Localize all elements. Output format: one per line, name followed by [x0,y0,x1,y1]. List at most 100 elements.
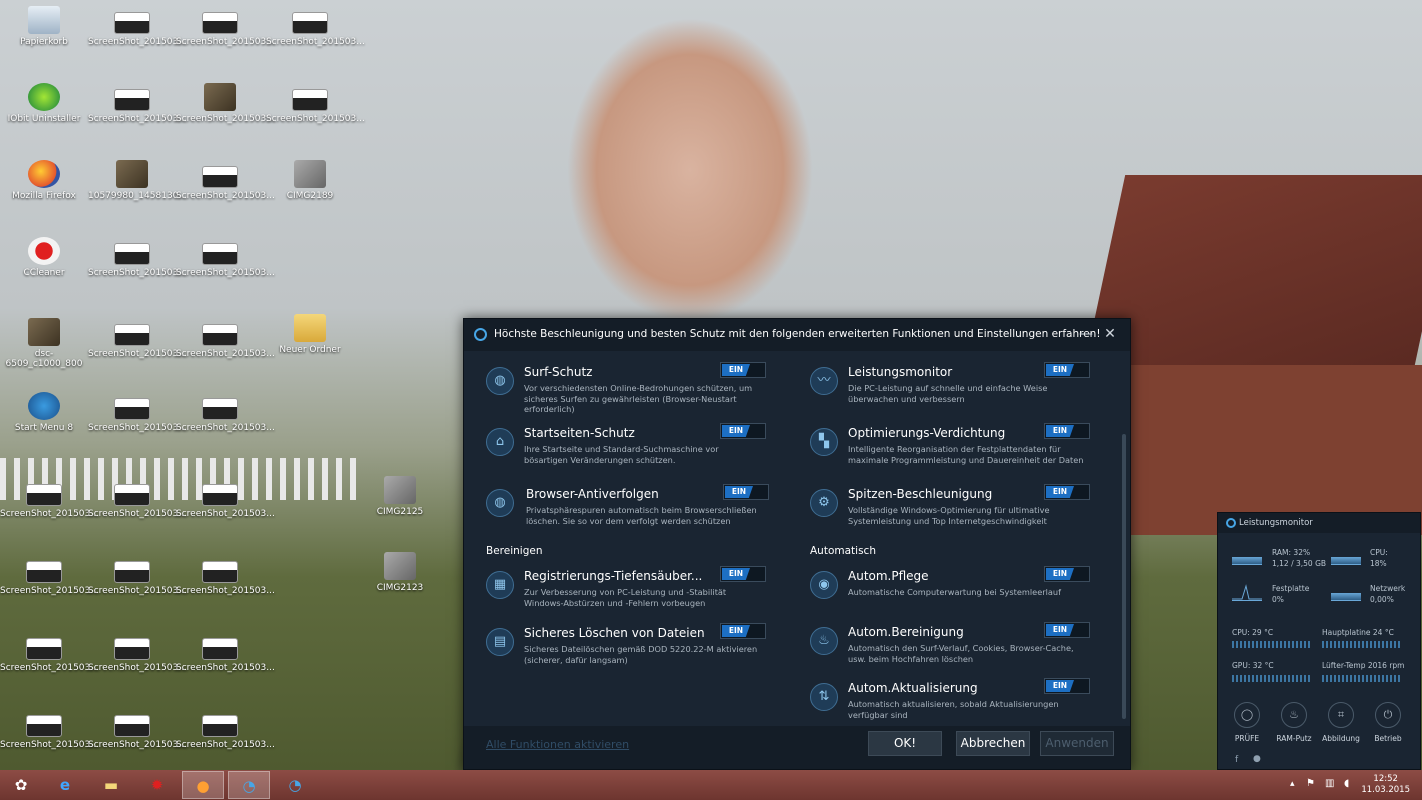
dialog-footer: Alle Funktionen aktivieren OK! Abbrechen… [464,726,1130,769]
desktop-icon-screenshot[interactable]: ScreenShot_201503... [266,83,365,124]
toggle-anti-tracking[interactable]: EIN [723,484,769,500]
advanced-features-dialog: Höchste Beschleunigung und besten Schutz… [463,318,1131,770]
board-temp: Hauptplatine 24 °C [1322,628,1394,637]
tray-chevron-icon[interactable]: ▴ [1290,779,1295,789]
taskbar-ie[interactable]: e [44,771,86,799]
section-clean: Bereinigen [486,545,543,557]
info-icon[interactable]: ● [1253,754,1261,764]
taskbar-explorer[interactable]: ▬ [90,771,132,799]
feature-name: Autom.Pflege [848,569,929,583]
desktop-icon-photo[interactable]: dsc-6509_c1000_800 [0,318,88,369]
desktop-icon-screenshot[interactable]: ScreenShot_201503... [176,478,275,519]
desktop-icon-recycle-bin[interactable]: Papierkorb [0,6,88,47]
screenshot-file-icon [202,166,238,188]
volume-icon[interactable]: ◖ [1344,778,1349,789]
desktop-icon-screenshot[interactable]: ScreenShot_201503... [88,318,187,359]
desktop-icon-screenshot[interactable]: ScreenShot_201503... [176,83,275,124]
image-file-icon [384,476,416,504]
desktop-icon-screenshot[interactable]: ScreenShot_201503... [88,6,187,47]
desktop-icon-screenshot[interactable]: ScreenShot_201503... [176,392,275,433]
screenshot-file-icon [114,638,150,660]
toggle-turbo-boost[interactable]: EIN [1044,484,1090,500]
taskbar-advanced-systemcare-2[interactable]: ◔ [274,771,316,799]
flag-icon[interactable]: ⚑ [1306,778,1315,789]
toggle-defrag[interactable]: EIN [1044,423,1090,439]
screenshot-file-icon [26,561,62,583]
broom-icon: ♨ [810,627,838,655]
desktop-icon-screenshot[interactable]: ScreenShot_201503... [176,555,275,596]
apply-button[interactable]: Anwenden [1040,731,1114,756]
desktop-icon-screenshot[interactable]: ScreenShot_201503... [176,6,275,47]
check-button[interactable]: ◯ PRÜFE [1224,702,1270,743]
desktop-icon-screenshot[interactable]: ScreenShot_201503... [0,709,99,750]
desktop-icon-screenshot[interactable]: ScreenShot_201503... [88,632,187,673]
desktop-icon-screenshot[interactable]: ScreenShot_201503... [176,160,275,201]
desktop-icon-cimg2189[interactable]: CIMG2189 [266,160,354,201]
desktop-icon-screenshot[interactable]: ScreenShot_201503... [0,632,99,673]
desktop-icon-screenshot[interactable]: ScreenShot_201503... [88,237,187,278]
toggle-performance-monitor[interactable]: EIN [1044,362,1090,378]
toggle-auto-update[interactable]: EIN [1044,678,1090,694]
clock-time: 12:52 [1373,774,1398,784]
clock[interactable]: 12:52 11.03.2015 [1361,774,1410,796]
screenshot-file-icon [26,638,62,660]
feature-auto-care: ◉ Autom.Pflege Automatische Computerwart… [810,566,1110,609]
toggle-homepage-protection[interactable]: EIN [720,423,766,439]
flower-start-icon: ✿ [14,776,28,794]
desktop-icon-screenshot[interactable]: ScreenShot_201503... [176,632,275,673]
desktop-icon-screenshot[interactable]: ScreenShot_201503... [88,555,187,596]
desktop-icon-ccleaner[interactable]: CCleaner [0,237,88,278]
taskbar-advanced-systemcare[interactable]: ◔ [228,771,270,799]
toggle-auto-clean[interactable]: EIN [1044,622,1090,638]
desktop-icon-cimg2125[interactable]: CIMG2125 [356,476,444,517]
enable-all-link[interactable]: Alle Funktionen aktivieren [486,738,629,751]
wallpaper-roof [1084,175,1422,365]
desktop-icon-screenshot[interactable]: ScreenShot_201503... [88,478,187,519]
toggle-registry-clean[interactable]: EIN [720,566,766,582]
minimize-button[interactable]: — [1076,325,1096,343]
feature-desc: Vollständige Windows-Optimierung für ult… [848,505,1050,526]
screenshot-button[interactable]: ⌗ Abbildung [1318,702,1364,743]
cancel-button[interactable]: Abbrechen [956,731,1030,756]
facebook-icon[interactable]: f [1235,755,1238,765]
feature-name: Autom.Aktualisierung [848,681,978,695]
power-icon: ⏻ [1375,702,1401,728]
ok-button[interactable]: OK! [868,731,942,756]
image-file-icon [28,318,60,346]
toggle-auto-care[interactable]: EIN [1044,566,1090,582]
ram-clean-button[interactable]: ♨ RAM-Putz [1271,702,1317,743]
desktop-icon-iobit-uninstaller[interactable]: IObit Uninstaller [0,83,88,124]
taskbar-app[interactable]: ✹ [136,771,178,799]
mode-button[interactable]: ⏻ Betrieb [1365,702,1411,743]
desktop-icon-screenshot[interactable]: ScreenShot_201503... [176,237,275,278]
ccleaner-icon [28,237,60,265]
feature-desc: Zur Verbesserung von PC-Leistung und -St… [524,587,727,608]
desktop-icon-screenshot[interactable]: ScreenShot_201503... [88,709,187,750]
start-button[interactable]: ✿ [0,771,42,799]
desktop-icon-firefox[interactable]: Mozilla Firefox [0,160,88,201]
desktop-icon-photo[interactable]: 10579980_1458130... [88,160,187,201]
toggle-file-shredder[interactable]: EIN [720,623,766,639]
desktop-icon-screenshot[interactable]: ScreenShot_201503... [0,478,99,519]
close-button[interactable]: ✕ [1100,325,1120,343]
scrollbar-thumb[interactable] [1122,434,1126,719]
toggle-surf-protection[interactable]: EIN [720,362,766,378]
screenshot-file-icon [202,12,238,34]
desktop-icon-new-folder[interactable]: Neuer Ordner [266,314,354,355]
firefox-icon: ● [196,777,210,795]
ram-value: 1,12 / 3,50 GB [1272,559,1327,568]
desktop-icon-cimg2123[interactable]: CIMG2123 [356,552,444,593]
desktop-icon-screenshot[interactable]: ScreenShot_201503... [88,83,187,124]
desktop-icon-screenshot[interactable]: ScreenShot_201503... [88,392,187,433]
image-file-icon [204,83,236,111]
desktop-icon-screenshot[interactable]: ScreenShot_201503... [266,6,365,47]
network-icon[interactable]: ▥ [1325,778,1334,789]
clock-date: 11.03.2015 [1361,785,1410,795]
desktop-icon-start-menu[interactable]: Start Menu 8 [0,392,88,433]
desktop-icon-screenshot[interactable]: ScreenShot_201503... [176,709,275,750]
desktop-icon-screenshot[interactable]: ScreenShot_201503... [0,555,99,596]
feature-desc: Die PC-Leistung auf schnelle und einfach… [848,383,1048,404]
desktop-icon-screenshot[interactable]: ScreenShot_201503... [176,318,275,359]
feature-name: Autom.Bereinigung [848,625,964,639]
taskbar-firefox[interactable]: ● [182,771,224,799]
